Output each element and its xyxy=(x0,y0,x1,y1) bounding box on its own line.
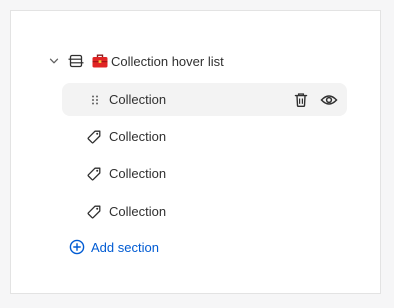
block-label: Collection xyxy=(109,166,167,181)
block-row[interactable]: Collection xyxy=(11,120,380,153)
block-row[interactable]: Collection xyxy=(62,83,347,116)
tag-icon xyxy=(86,166,102,182)
eye-icon[interactable] xyxy=(320,92,338,108)
block-row[interactable]: Collection xyxy=(11,195,380,228)
drag-handle-icon[interactable] xyxy=(89,93,101,107)
chevron-down-icon[interactable] xyxy=(47,54,61,68)
block-row[interactable]: Collection xyxy=(11,157,380,190)
theme-editor-panel: Collection hover list Collection Collect… xyxy=(10,10,381,294)
block-label: Collection xyxy=(109,129,167,144)
section-title: Collection hover list xyxy=(111,53,224,69)
tag-icon xyxy=(86,129,102,145)
toolbox-icon xyxy=(91,52,109,70)
section-row[interactable]: Collection hover list xyxy=(11,50,380,72)
tag-icon xyxy=(86,204,102,220)
plus-circle-icon[interactable] xyxy=(69,239,85,255)
add-section-button[interactable]: Add section xyxy=(11,235,380,259)
block-label: Collection xyxy=(109,204,167,219)
block-label: Collection xyxy=(109,92,167,107)
section-icon xyxy=(68,53,84,69)
add-section-label[interactable]: Add section xyxy=(91,240,159,255)
trash-icon[interactable] xyxy=(293,92,309,108)
